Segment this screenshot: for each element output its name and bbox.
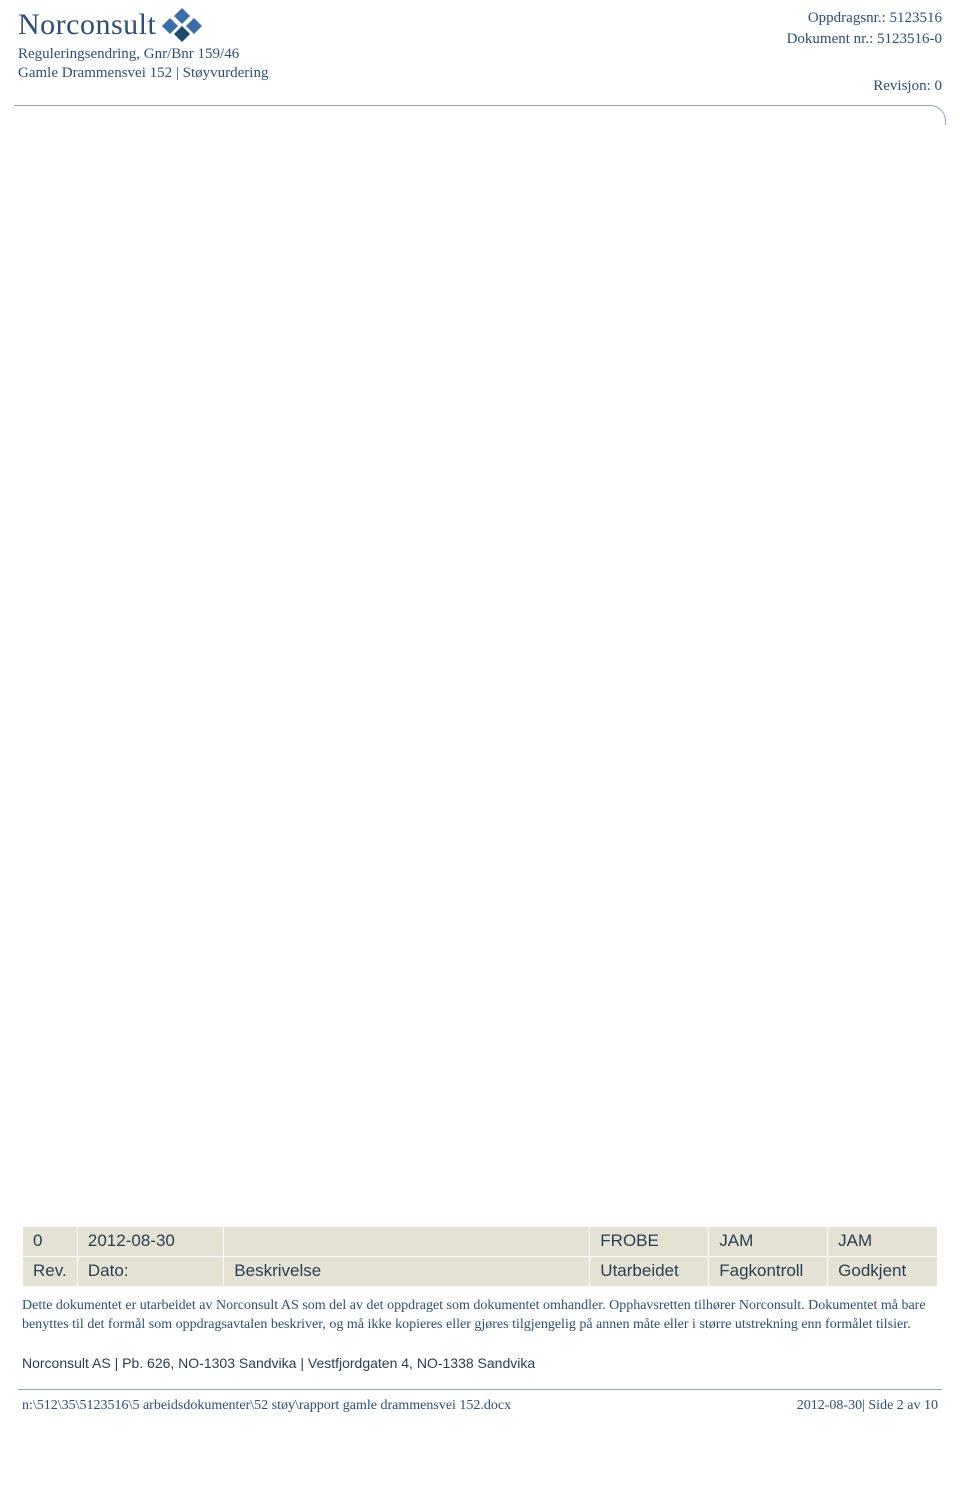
norconsult-logo-icon [162, 8, 202, 42]
dokument-label: Dokument nr.: [787, 31, 874, 47]
cell-godkjent: JAM [828, 1227, 938, 1257]
header-fagkontroll: Fagkontroll [709, 1257, 828, 1287]
oppdrag-number: Oppdragsnr.: 5123516 [787, 8, 942, 29]
company-name: Norconsult [18, 8, 156, 42]
cell-date: 2012-08-30 [77, 1227, 223, 1257]
header-subline-2: Gamle Drammensvei 152 | Støyvurdering [18, 65, 268, 82]
header-left: Norconsult Reguleringsendring, Gnr/Bnr 1… [18, 8, 268, 82]
header-date: Dato: [77, 1257, 223, 1287]
cell-utarbeidet: FROBE [590, 1227, 709, 1257]
footer-filepath: n:\512\35\5123516\5 arbeidsdokumenter\52… [22, 1398, 511, 1414]
company-logo: Norconsult [18, 8, 268, 42]
revisjon-value: 0 [935, 78, 943, 94]
dokument-number: Dokument nr.: 5123516-0 [787, 29, 942, 50]
oppdrag-label: Oppdragsnr.: [808, 10, 886, 26]
table-header-row: Rev. Dato: Beskrivelse Utarbeidet Fagkon… [23, 1257, 938, 1287]
cell-fagkontroll: JAM [709, 1227, 828, 1257]
cell-desc [224, 1227, 590, 1257]
header-desc: Beskrivelse [224, 1257, 590, 1287]
header-subline-1: Reguleringsendring, Gnr/Bnr 159/46 [18, 46, 268, 63]
oppdrag-value: 5123516 [890, 10, 943, 26]
table-row: 0 2012-08-30 FROBE JAM JAM [23, 1227, 938, 1257]
page-header: Norconsult Reguleringsendring, Gnr/Bnr 1… [0, 0, 960, 103]
header-godkjent: Godkjent [828, 1257, 938, 1287]
header-utarbeidet: Utarbeidet [590, 1257, 709, 1287]
footer-divider [18, 1389, 942, 1390]
revisjon-label: Revisjon: [873, 78, 931, 94]
header-divider [14, 105, 946, 125]
revision-block: 0 2012-08-30 FROBE JAM JAM Rev. Dato: Be… [22, 1226, 938, 1335]
disclaimer-text: Dette dokumentet er utarbeidet av Norcon… [22, 1297, 938, 1335]
footer-lower: n:\512\35\5123516\5 arbeidsdokumenter\52… [0, 1398, 960, 1422]
header-right: Oppdragsnr.: 5123516 Dokument nr.: 51235… [787, 8, 942, 97]
dokument-value: 5123516-0 [877, 31, 942, 47]
footer-pageinfo: 2012-08-30| Side 2 av 10 [797, 1398, 938, 1414]
header-rev: Rev. [23, 1257, 78, 1287]
cell-rev: 0 [23, 1227, 78, 1257]
document-page: Norconsult Reguleringsendring, Gnr/Bnr 1… [0, 0, 960, 1491]
revision-table: 0 2012-08-30 FROBE JAM JAM Rev. Dato: Be… [22, 1226, 938, 1287]
footer-address: Norconsult AS | Pb. 626, NO-1303 Sandvik… [0, 1355, 960, 1371]
page-body: 0 2012-08-30 FROBE JAM JAM Rev. Dato: Be… [0, 125, 960, 1355]
revisjon: Revisjon: 0 [787, 76, 942, 97]
